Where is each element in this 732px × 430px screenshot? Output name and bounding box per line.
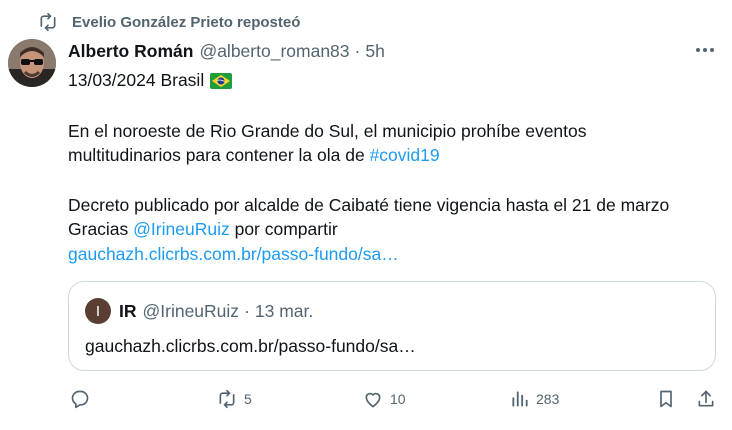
- quoted-tweet-text: gauchazh.clicrbs.com.br/passo-fundo/sa…: [85, 336, 416, 356]
- views-button[interactable]: 283: [510, 387, 559, 411]
- tweet-paragraph-line: Gracias @IrineuRuiz por compartir: [68, 217, 338, 241]
- separator-dot: ·: [354, 40, 361, 61]
- quoted-tweet-timestamp: 13 mar.: [254, 300, 314, 321]
- analytics-icon: [510, 389, 530, 409]
- external-link[interactable]: gauchazh.clicrbs.com.br/passo-fundo/sa…: [68, 242, 399, 266]
- heart-icon: [362, 389, 384, 409]
- bookmark-icon: [656, 389, 676, 409]
- tweet-text: Gracias: [68, 219, 134, 239]
- reply-icon: [70, 389, 90, 409]
- more-options-icon[interactable]: [692, 40, 718, 60]
- tweet-text: por compartir: [229, 219, 338, 239]
- quoted-tweet-header: I IR @IrineuRuiz · 13 mar.: [85, 298, 313, 324]
- tweet-line-date: 13/03/2024 Brasil: [68, 68, 233, 95]
- quoted-author-handle: @IrineuRuiz: [142, 300, 240, 321]
- hashtag-link[interactable]: #covid19: [370, 145, 440, 165]
- tweet-paragraph-line: En el noroeste de Rio Grande do Sul, el …: [68, 121, 587, 141]
- repost-icon: [38, 12, 58, 32]
- author-avatar[interactable]: [8, 39, 56, 87]
- quoted-author-name: IR: [119, 300, 137, 321]
- share-button[interactable]: [696, 387, 716, 411]
- tweet-header: Alberto Román @alberto_roman83 · 5h: [68, 38, 385, 64]
- bookmark-button[interactable]: [656, 387, 676, 411]
- separator-dot: ·: [244, 300, 250, 321]
- tweet-paragraph-line: Decreto publicado por alcalde de Caibaté…: [68, 195, 670, 215]
- repost-indicator[interactable]: Evelio González Prieto reposteó: [38, 10, 300, 34]
- author-name[interactable]: Alberto Román: [68, 41, 193, 62]
- like-count: 10: [390, 391, 406, 407]
- repost-text: Evelio González Prieto reposteó: [72, 13, 301, 31]
- tweet-date-location: 13/03/2024 Brasil: [68, 70, 205, 90]
- repost-icon: [216, 389, 238, 409]
- views-count: 283: [536, 391, 560, 407]
- share-icon: [696, 389, 716, 409]
- like-button[interactable]: 10: [362, 387, 406, 411]
- author-handle[interactable]: @alberto_roman83: [199, 41, 349, 62]
- tweet-paragraph-line: multitudinarios para contener la ola de …: [68, 143, 440, 167]
- brazil-flag-icon: [210, 71, 233, 95]
- quoted-author-avatar: I: [85, 298, 111, 324]
- tweet-text: multitudinarios para contener la ola de: [68, 145, 370, 165]
- quoted-tweet-card[interactable]: I IR @IrineuRuiz · 13 mar. gauchazh.clic…: [68, 281, 716, 371]
- repost-count: 5: [244, 391, 252, 407]
- tweet-timestamp[interactable]: 5h: [365, 41, 384, 62]
- reply-button[interactable]: [70, 387, 96, 411]
- mention-link[interactable]: @IrineuRuiz: [133, 219, 230, 239]
- repost-button[interactable]: 5: [216, 387, 252, 411]
